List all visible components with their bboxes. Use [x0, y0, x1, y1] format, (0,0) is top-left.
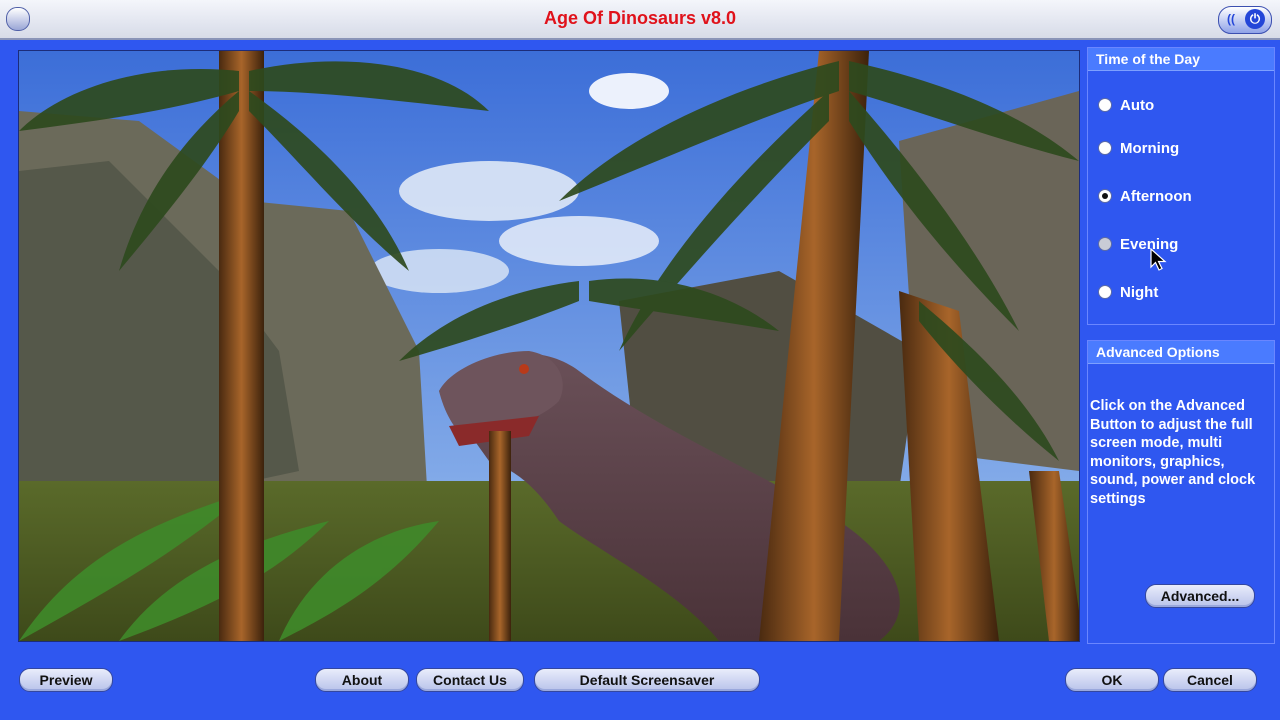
radio-morning[interactable]: Morning [1098, 138, 1179, 158]
radio-button-icon[interactable] [1098, 141, 1112, 155]
time-of-day-panel: Time of the Day Auto Morning Afternoon E… [1087, 47, 1275, 325]
default-screensaver-button[interactable]: Default Screensaver [534, 668, 760, 692]
advanced-options-panel: Advanced Options Click on the Advanced B… [1087, 340, 1275, 644]
preview-button[interactable]: Preview [19, 668, 113, 692]
about-button[interactable]: About [315, 668, 409, 692]
screensaver-preview [18, 50, 1080, 642]
advanced-button[interactable]: Advanced... [1145, 584, 1255, 608]
contact-us-button[interactable]: Contact Us [416, 668, 524, 692]
cancel-button[interactable]: Cancel [1163, 668, 1257, 692]
radio-button-icon[interactable] [1098, 98, 1112, 112]
mouse-pointer-icon [1150, 247, 1168, 277]
radio-label: Auto [1120, 96, 1155, 114]
power-button[interactable]: (( ⏻ [1218, 6, 1272, 34]
radio-auto[interactable]: Auto [1098, 95, 1154, 115]
radio-label: Morning [1120, 139, 1180, 157]
radio-label: Afternoon [1120, 187, 1192, 205]
screensaver-settings-window: Age Of Dinosaurs v8.0 (( ⏻ Time of the D… [0, 0, 1280, 720]
advanced-options-heading: Advanced Options [1088, 341, 1274, 364]
radio-night[interactable]: Night [1098, 282, 1158, 302]
radio-button-icon[interactable] [1098, 285, 1112, 299]
radio-button-selected-icon[interactable] [1098, 189, 1112, 203]
close-glyph-icon: (( [1227, 12, 1235, 26]
title-bar: Age Of Dinosaurs v8.0 (( ⏻ [0, 0, 1280, 40]
radio-afternoon[interactable]: Afternoon [1098, 186, 1192, 206]
ok-button[interactable]: OK [1065, 668, 1159, 692]
window-title: Age Of Dinosaurs v8.0 [543, 8, 737, 28]
radio-button-icon[interactable] [1098, 237, 1112, 251]
time-of-day-heading: Time of the Day [1088, 48, 1274, 71]
radio-label: Night [1120, 283, 1159, 301]
power-icon: ⏻ [1245, 9, 1265, 29]
advanced-description: Click on the Advanced Button to adjust t… [1090, 398, 1256, 507]
